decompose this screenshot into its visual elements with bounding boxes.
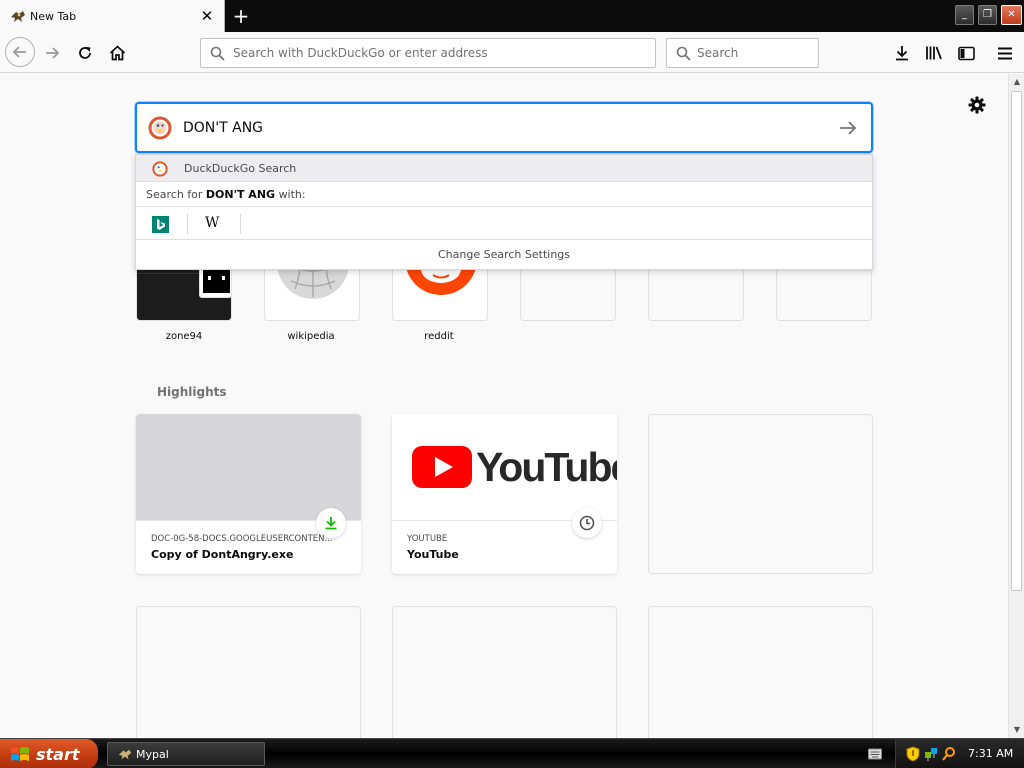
highlight-card-empty [136, 606, 361, 738]
search-icon [210, 46, 225, 61]
forward-button[interactable] [38, 39, 66, 67]
card-hostname: DOC-0G-58-DOCS.GOOGLEUSERCONTEN... [151, 534, 333, 544]
reload-icon [79, 47, 91, 59]
search-for-prefix: Search for [146, 188, 203, 201]
forward-arrow-icon [46, 47, 60, 59]
keyboard-icon[interactable] [868, 748, 882, 760]
bing-glyph [157, 219, 165, 230]
search-suggestions-dropdown: DuckDuckGo Search Search for DON'T ANG w… [135, 154, 873, 270]
change-search-settings-button[interactable]: Change Search Settings [136, 241, 872, 269]
download-icon [896, 46, 908, 61]
highlight-card-empty [392, 606, 617, 738]
highlight-card-empty [648, 414, 873, 574]
home-icon [109, 45, 125, 61]
youtube-logo-icon [412, 446, 472, 488]
clock-icon [579, 515, 595, 531]
search-bar[interactable] [666, 38, 819, 68]
wikipedia-icon[interactable]: W [205, 215, 219, 231]
library-button[interactable] [920, 39, 948, 67]
search-icon [676, 46, 691, 61]
search-icon[interactable] [942, 746, 956, 762]
search-for-row: Search for DON'T ANG with: [136, 183, 872, 207]
card-hostname: YOUTUBE [407, 534, 448, 544]
one-off-engines-row: W [136, 208, 872, 240]
new-tab-page: zone94 wikipedia reddit Highlights DOC-0… [0, 74, 1008, 738]
newtab-search-box[interactable]: DON'T ANG [135, 102, 873, 153]
mypal-favicon-icon [11, 11, 25, 22]
search-for-term: DON'T ANG [205, 188, 276, 201]
highlights-heading: Highlights [157, 385, 227, 399]
highlight-card-empty [648, 606, 873, 738]
tab-close-icon[interactable]: ✕ [199, 8, 215, 24]
highlight-card-download[interactable]: DOC-0G-58-DOCS.GOOGLEUSERCONTEN... Copy … [136, 414, 361, 574]
shield-icon[interactable] [906, 746, 920, 762]
highlight-card-youtube[interactable]: YouTube YOUTUBE YouTube [392, 414, 617, 574]
youtube-logo-text: YouTube [476, 444, 617, 490]
engine-divider [187, 214, 188, 234]
card-thumbnail [136, 414, 361, 521]
start-label: start [36, 744, 80, 764]
home-button[interactable] [103, 39, 131, 67]
top-site-label: wikipedia [287, 331, 335, 342]
bing-icon[interactable] [152, 216, 169, 233]
duckduckgo-icon [152, 161, 168, 177]
navigation-toolbar [0, 32, 1024, 73]
search-for-text: Search for DON'T ANG with: [146, 188, 306, 201]
taskbar-clock: 7:31 AM [968, 747, 1014, 760]
window-close-button[interactable]: ✕ [1001, 5, 1022, 25]
search-go-arrow-icon[interactable] [837, 117, 859, 139]
sidebar-icon [957, 46, 975, 60]
top-site-label: reddit [424, 331, 454, 342]
taskbar-item-mypal[interactable]: Mypal [107, 742, 265, 766]
engine-divider [240, 214, 241, 234]
windows-flag-icon [11, 747, 29, 761]
tab-new-tab[interactable]: New Tab ✕ [0, 0, 225, 32]
card-thumbnail: YouTube [392, 414, 617, 521]
download-icon [325, 517, 337, 530]
scroll-up-arrow-icon[interactable]: ▲ [1009, 74, 1024, 90]
network-icon[interactable] [924, 746, 938, 762]
library-icon [926, 46, 942, 60]
gear-icon[interactable] [967, 95, 987, 115]
url-input[interactable] [233, 44, 643, 62]
top-site-label: zone94 [165, 331, 203, 342]
tab-title: New Tab [30, 10, 77, 23]
search-query-text[interactable]: DON'T ANG [183, 120, 263, 136]
new-tab-button[interactable]: + [229, 4, 253, 28]
suggestion-label: DuckDuckGo Search [184, 162, 297, 175]
page-scrollbar[interactable]: ▲ ▼ [1008, 74, 1024, 738]
card-title: Copy of DontAngry.exe [151, 548, 294, 561]
back-button[interactable] [5, 37, 35, 67]
scroll-thumb[interactable] [1011, 91, 1022, 591]
windows-taskbar: start Mypal 7:31 AM [0, 738, 1024, 768]
card-title: YouTube [407, 548, 459, 561]
url-bar[interactable] [200, 38, 656, 68]
taskbar-item-label: Mypal [136, 748, 169, 761]
sidebar-button[interactable] [952, 39, 980, 67]
start-button[interactable]: start [0, 739, 98, 768]
downloads-button[interactable] [888, 39, 916, 67]
search-for-suffix: with: [278, 188, 306, 201]
system-tray: 7:31 AM [895, 739, 1024, 768]
window-minimize-button[interactable]: _ [955, 5, 974, 25]
reload-button[interactable] [71, 39, 99, 67]
tab-strip: New Tab ✕ + _ ❐ ✕ [0, 0, 1024, 32]
search-input[interactable] [697, 44, 812, 62]
hamburger-menu-icon [998, 47, 1012, 59]
mypal-icon [118, 749, 132, 760]
menu-button[interactable] [991, 39, 1019, 67]
duckduckgo-icon [148, 116, 172, 140]
window-maximize-button[interactable]: ❐ [978, 5, 997, 25]
suggestion-duckduckgo[interactable]: DuckDuckGo Search [136, 155, 872, 182]
back-arrow-icon [12, 46, 26, 58]
scroll-down-arrow-icon[interactable]: ▼ [1009, 722, 1024, 738]
